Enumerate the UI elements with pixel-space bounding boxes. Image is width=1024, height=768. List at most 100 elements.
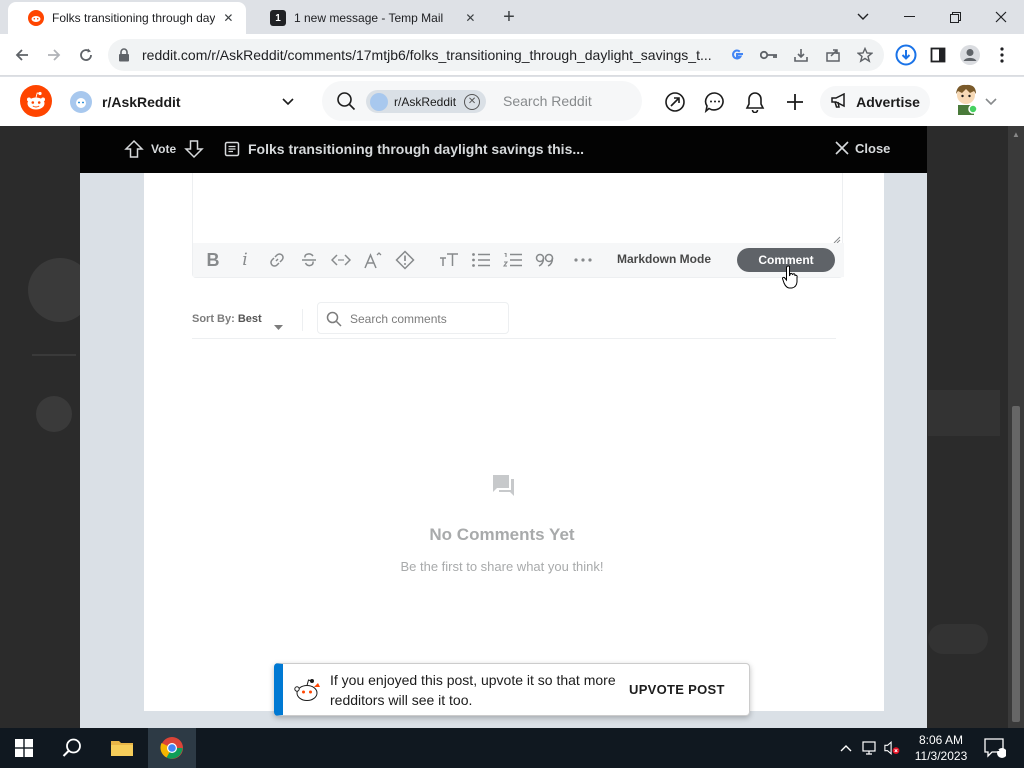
google-lens-icon[interactable] (728, 46, 746, 64)
chevron-down-icon[interactable] (985, 93, 997, 111)
clock-time: 8:06 AM (918, 733, 964, 747)
show-hidden-icons-chevron-icon[interactable] (838, 740, 854, 756)
chrome-icon (160, 737, 183, 759)
address-bar[interactable]: reddit.com/r/AskReddit/comments/17mtjb6/… (108, 39, 884, 71)
background-user-avatar (36, 396, 72, 432)
tab-close-icon[interactable]: ✕ (221, 10, 236, 26)
create-post-plus-icon[interactable] (782, 89, 808, 115)
numbered-list-icon[interactable] (501, 248, 525, 272)
user-avatar-icon[interactable] (952, 83, 980, 117)
search-community-chip[interactable]: r/AskReddit ✕ (366, 90, 487, 113)
system-clock[interactable]: 8:06 AM 11/3/2023 (910, 732, 972, 764)
install-app-icon[interactable] (792, 46, 810, 64)
background-tab-underline (32, 354, 76, 356)
comment-editor[interactable]: B i Markdown Mode Comment (192, 173, 844, 278)
tab-reddit-post[interactable]: Folks transitioning through dayli ✕ (8, 2, 246, 34)
sort-dropdown[interactable]: Sort By: Best (192, 313, 262, 325)
forward-button[interactable] (40, 41, 68, 69)
link-icon[interactable] (265, 248, 289, 272)
volume-muted-icon[interactable] (884, 740, 900, 756)
downvote-arrow-icon[interactable] (184, 139, 204, 164)
quote-block-icon[interactable] (533, 248, 557, 272)
key-icon[interactable] (760, 46, 778, 64)
superscript-icon[interactable] (361, 248, 385, 272)
upvote-post-button[interactable]: UPVOTE POST (629, 682, 725, 697)
post-title[interactable]: Folks transitioning through daylight sav… (248, 141, 584, 157)
reddit-logo-icon[interactable] (20, 85, 52, 117)
close-modal-button[interactable]: Close (834, 140, 890, 156)
chat-icon[interactable] (702, 89, 728, 115)
divider (302, 309, 303, 331)
windows-logo-icon (15, 739, 33, 757)
italic-icon[interactable]: i (233, 248, 257, 272)
notification-count-badge: 2 (994, 743, 1000, 754)
bold-icon[interactable]: B (201, 248, 225, 272)
tab-search-chevron-icon[interactable] (840, 0, 886, 34)
upvote-toast: If you enjoyed this post, upvote it so t… (274, 663, 750, 716)
remove-chip-icon[interactable]: ✕ (464, 93, 481, 110)
post-modal-bar: Vote Folks transitioning through dayligh… (80, 126, 927, 173)
bulleted-list-icon[interactable] (469, 248, 493, 272)
subreddit-avatar-icon (370, 92, 388, 111)
strikethrough-icon[interactable] (297, 248, 321, 272)
side-panel-icon[interactable] (926, 43, 950, 67)
notifications-bell-icon[interactable] (742, 89, 768, 115)
download-icon[interactable] (894, 43, 918, 67)
comment-textarea[interactable] (193, 173, 844, 243)
more-icon[interactable] (571, 248, 595, 272)
background-button (928, 624, 988, 654)
file-explorer-button[interactable] (98, 728, 146, 768)
close-window-button[interactable] (978, 0, 1024, 34)
browser-tab-bar: Folks transitioning through dayli ✕ 1 1 … (0, 0, 1024, 34)
chrome-menu-icon[interactable] (990, 43, 1014, 67)
reload-button[interactable] (72, 41, 100, 69)
new-tab-button[interactable]: + (498, 6, 520, 28)
chrome-taskbar-button[interactable] (148, 728, 196, 768)
popular-icon[interactable] (662, 89, 688, 115)
tab-close-icon[interactable]: ✕ (463, 10, 478, 26)
community-selector[interactable]: r/AskReddit (62, 85, 302, 119)
restore-button[interactable] (932, 0, 978, 34)
bookmark-star-icon[interactable] (856, 46, 874, 64)
toast-message: If you enjoyed this post, upvote it so t… (330, 672, 616, 708)
caret-down-icon[interactable] (274, 317, 283, 335)
tab-title: 1 new message - Temp Mail (294, 11, 444, 25)
start-button[interactable] (0, 728, 48, 768)
reddit-favicon-icon (28, 10, 44, 26)
profile-icon[interactable] (958, 43, 982, 67)
windows-taskbar: 8:06 AM 11/3/2023 2 (0, 728, 1024, 768)
search-comments-field[interactable]: Search comments (317, 302, 509, 334)
post-modal-content: B i Markdown Mode Comment Sort By: Best … (144, 173, 884, 711)
reddit-search-bar[interactable]: r/AskReddit ✕ Search Reddit (322, 81, 642, 121)
page-scrollbar[interactable]: ▲ (1008, 126, 1024, 728)
markdown-mode-button[interactable]: Markdown Mode (617, 252, 711, 266)
lock-icon[interactable] (118, 48, 130, 67)
search-icon (336, 91, 356, 116)
advertise-button[interactable]: Advertise (820, 86, 930, 118)
share-icon[interactable] (824, 46, 842, 64)
upvote-arrow-icon[interactable] (124, 139, 144, 164)
scrollbar-thumb[interactable] (1012, 406, 1020, 722)
scroll-up-icon[interactable]: ▲ (1012, 130, 1020, 139)
comments-sort-row: Sort By: Best Search comments (192, 299, 836, 339)
search-comments-placeholder: Search comments (350, 312, 447, 326)
inline-code-icon[interactable] (329, 248, 353, 272)
hand-cursor-icon (781, 265, 798, 294)
background-card (928, 390, 1000, 436)
search-icon (326, 311, 342, 327)
search-input[interactable]: Search Reddit (503, 93, 592, 109)
network-icon[interactable] (862, 740, 878, 756)
tab-temp-mail[interactable]: 1 1 new message - Temp Mail ✕ (250, 2, 488, 34)
empty-title: No Comments Yet (429, 525, 575, 544)
comments-bubble-icon (491, 473, 515, 502)
address-url[interactable]: reddit.com/r/AskReddit/comments/17mtjb6/… (142, 47, 724, 63)
spoiler-icon[interactable] (393, 248, 417, 272)
minimize-button[interactable] (886, 0, 932, 34)
reddit-header: r/AskReddit r/AskReddit ✕ Search Reddit … (0, 77, 1024, 126)
heading-icon[interactable] (437, 248, 461, 272)
advertise-label: Advertise (856, 94, 920, 110)
search-icon (62, 738, 81, 757)
back-button[interactable] (8, 41, 36, 69)
folder-icon (111, 741, 133, 756)
taskbar-search-button[interactable] (48, 728, 96, 768)
